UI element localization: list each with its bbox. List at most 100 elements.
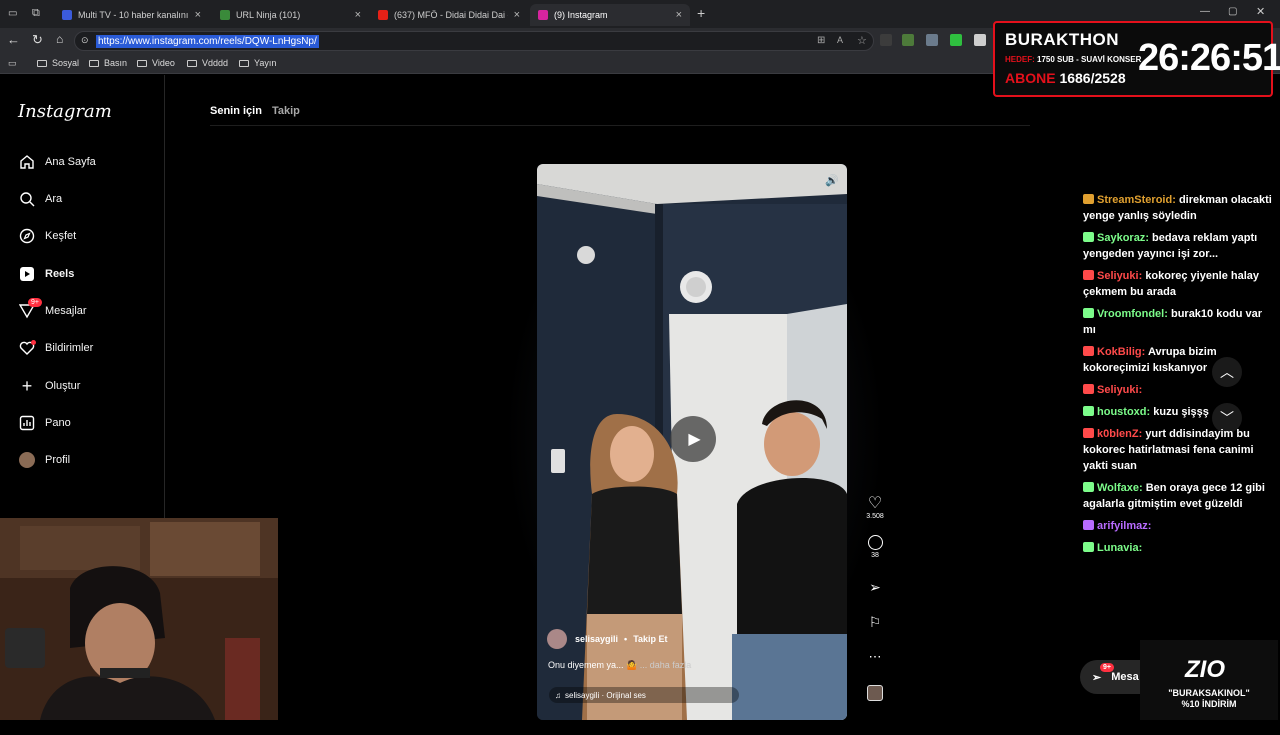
chat-username[interactable]: Seliyuki [1097,270,1139,282]
sidebar-item-reels[interactable]: Reels [18,262,74,286]
extension-icon[interactable] [880,34,892,46]
tab-youtube[interactable]: (637) MFÖ - Didai Didai Dai - Türk × [370,4,528,26]
extension-icon[interactable] [950,34,962,46]
reel-video[interactable]: 🔊 ▶ selisaygili • Takip Et Onu diyemem y… [537,164,847,720]
chat-message: Wolfaxe: Ben oraya gece 12 gibi agalarla… [1083,480,1273,512]
sidebar-item-messages[interactable]: 9+ Mesajlar [18,298,87,323]
home-icon [18,153,36,171]
bookmark-apps-icon[interactable]: ▭ [8,58,17,69]
chat-username[interactable]: Seliyuki [1097,384,1139,396]
bookmark-folder-sosyal[interactable]: Sosyal [37,58,79,68]
messages-icon: 9+ [18,298,42,320]
extension-icon[interactable] [926,34,938,46]
chat-username[interactable]: KokBilig [1097,346,1142,358]
chat-username[interactable]: k0blenZ [1097,428,1139,440]
tab-for-you[interactable]: Senin için [210,105,262,117]
folder-icon [187,59,197,67]
instagram-favicon-icon [538,10,548,20]
sidebar-item-search[interactable]: Ara [18,187,62,211]
bookmark-folder-video[interactable]: Video [137,58,175,68]
new-tab-icon[interactable]: + [697,5,705,21]
reel-audio-label: selisaygili · Orijinal ses [565,690,646,700]
tab-actions-icon[interactable]: ⧉ [32,7,40,20]
youtube-favicon-icon [378,10,388,20]
bookmark-folder-basin[interactable]: Basın [89,58,127,68]
bookmark-folder-vdddd[interactable]: Vdddd [187,58,228,68]
close-icon[interactable]: × [195,9,201,21]
music-note-icon: ♫ [555,690,561,700]
comment-count: 38 [871,552,879,559]
minimize-icon[interactable]: — [1200,6,1210,17]
chat-username[interactable]: Wolfaxe [1097,482,1139,494]
promo-discount: %10 İNDİRİM [1181,699,1237,709]
webcam-image [0,518,278,720]
audio-thumbnail[interactable] [867,685,883,701]
reload-icon[interactable]: ↻ [32,32,43,48]
chat-badge-icon [1083,384,1094,394]
chat-text: kuzu şişşş [1153,406,1209,418]
reel-author-row: selisaygili • Takip Et [547,629,668,649]
like-action[interactable]: ♡ 3.508 [862,493,888,520]
bookmark-folder-yayin[interactable]: Yayın [239,58,276,68]
reel-caption: Onu diyemem ya... 🤷 [548,660,638,670]
chat-username[interactable]: Vroomfondel [1097,308,1164,320]
chat-username[interactable]: arifyilmaz [1097,520,1148,532]
sidebar-item-explore[interactable]: Keşfet [18,224,76,248]
sidebar-item-create[interactable]: + Oluştur [18,374,81,398]
close-icon[interactable]: × [355,9,361,21]
window-close-icon[interactable]: ✕ [1256,5,1265,18]
sponsor-promo: ZIO "BURAKSAKINOL" %10 İNDİRİM [1140,640,1278,720]
tab-instagram[interactable]: (9) Instagram × [530,4,690,26]
tab-urlninja[interactable]: URL Ninja (101) × [212,4,369,26]
author-avatar[interactable] [547,629,567,649]
site-info-icon[interactable]: ⊙ [81,35,89,46]
chat-username[interactable]: Lunavia [1097,542,1139,554]
url-input[interactable]: ⊙ https://www.instagram.com/reels/DQW-Ln… [74,31,874,51]
chat-username[interactable]: StreamSteroid [1097,194,1172,206]
close-icon[interactable]: × [514,9,520,21]
browser-menu-icon[interactable]: ▭ [8,8,17,19]
extension-icon[interactable] [974,34,986,46]
chat-separator: : [1138,542,1143,554]
volume-icon[interactable]: 🔊 [825,174,839,187]
close-icon[interactable]: × [676,9,682,21]
app-icon[interactable]: ⊞ [817,35,825,46]
heart-icon[interactable]: ♡ [862,493,888,513]
caption-more-link[interactable]: ... daha fazla [640,660,692,670]
heart-icon [18,339,36,357]
maximize-icon[interactable]: ▢ [1228,6,1237,17]
overlay-title: BURAKTHON [1005,30,1120,49]
follow-button[interactable]: Takip Et [633,634,667,644]
sidebar-item-notifications[interactable]: Bildirimler [18,336,93,360]
home-browser-icon[interactable]: ⌂ [56,32,63,46]
chat-username[interactable]: Saykoraz [1097,232,1145,244]
chat-username[interactable]: houstoxd [1097,406,1147,418]
urlninja-favicon-icon [220,10,230,20]
read-aloud-icon[interactable]: A [837,35,843,45]
play-button[interactable]: ▶ [670,416,716,462]
tab-multitv[interactable]: Multi TV - 10 haber kanalını aynı a × [54,4,209,26]
reel-audio-pill[interactable]: ♫ selisaygili · Orijinal ses [549,687,739,703]
tab-following[interactable]: Takip [272,105,300,117]
notification-dot [31,340,36,345]
comment-icon[interactable] [867,535,883,550]
sidebar-item-profile[interactable]: Profil [18,448,70,472]
share-icon[interactable]: ➢ [862,579,888,596]
chat-badge-icon [1083,406,1094,416]
author-username[interactable]: selisaygili [575,634,618,644]
sidebar-item-dashboard[interactable]: Pano [18,411,71,435]
chat-badge-icon [1083,482,1094,492]
back-icon[interactable]: ← [7,32,20,47]
multitv-favicon-icon [62,10,72,20]
url-text[interactable]: https://www.instagram.com/reels/DQW-LnHg… [96,35,319,48]
save-bookmark-icon[interactable]: ⚐ [862,614,888,631]
comment-action[interactable]: 38 [862,535,888,559]
folder-icon [37,59,47,67]
chat-badge-icon [1083,428,1094,438]
extension-icon[interactable] [902,34,914,46]
overlay-subs: ABONE 1686/2528 [1005,70,1126,86]
favorite-star-icon[interactable]: ☆ [857,34,867,47]
sidebar-item-home[interactable]: Ana Sayfa [18,150,96,174]
instagram-logo[interactable]: Instagram [18,101,112,122]
more-options-icon[interactable]: ⋯ [862,649,888,665]
